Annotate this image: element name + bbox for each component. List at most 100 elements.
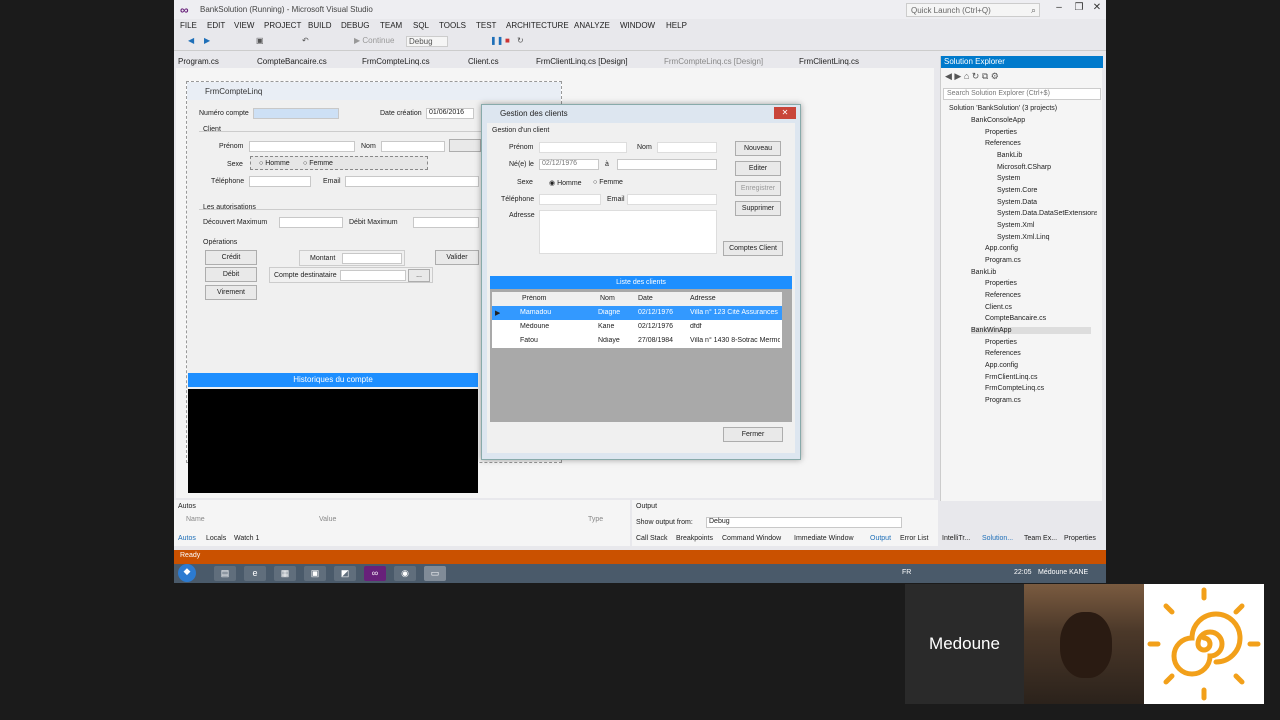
table-row[interactable]: Fatou Ndiaye 27/08/1984 Villa n° 1430 8-…: [492, 334, 782, 348]
menu-project[interactable]: PROJECT: [264, 21, 301, 30]
solution-toolbar-icons[interactable]: ◀ ▶ ⌂ ↻ ⧉ ⚙: [945, 71, 999, 82]
montant-field[interactable]: [342, 253, 402, 264]
menu-architecture[interactable]: ARCHITECTURE: [506, 21, 569, 30]
tree-item[interactable]: Properties: [985, 339, 1017, 346]
explorer-icon[interactable]: ▤: [214, 566, 236, 581]
tree-item[interactable]: System.Xml: [997, 222, 1034, 229]
browse-button[interactable]: ...: [408, 269, 430, 282]
office-icon[interactable]: ◩: [334, 566, 356, 581]
nouveau-button[interactable]: Nouveau: [735, 141, 781, 156]
cell-adresse[interactable]: Villa n° 1430 8-Sotrac Mermoz: [690, 337, 780, 344]
cell-nom[interactable]: Diagne: [598, 309, 636, 316]
tree-item[interactable]: Program.cs: [985, 257, 1021, 264]
menu-help[interactable]: HELP: [666, 21, 687, 30]
folder-icon[interactable]: ▦: [274, 566, 296, 581]
cell-adresse[interactable]: Villa n° 123 Cité Assurances Ou: [690, 309, 780, 316]
menu-analyze[interactable]: ANALYZE: [574, 21, 610, 30]
tab-watch[interactable]: Watch 1: [234, 535, 259, 542]
femme-radio[interactable]: ○ Femme: [593, 179, 623, 186]
prenom-field[interactable]: [539, 142, 627, 153]
editer-button[interactable]: Editer: [735, 161, 781, 176]
tree-item[interactable]: Program.cs: [985, 397, 1021, 404]
tab-properties[interactable]: Properties: [1064, 535, 1096, 542]
tab-frmcomptelinq[interactable]: FrmCompteLinq.cs: [362, 57, 430, 66]
tab-command-window[interactable]: Command Window: [722, 535, 781, 542]
tree-item[interactable]: System.Xml.Linq: [997, 234, 1050, 241]
tab-autos[interactable]: Autos: [178, 535, 196, 542]
telephone-field[interactable]: [539, 194, 601, 205]
supprimer-button[interactable]: Supprimer: [735, 201, 781, 216]
femme-radio[interactable]: ○ Femme: [303, 160, 333, 167]
menu-file[interactable]: FILE: [180, 21, 197, 30]
table-row[interactable]: Médoune Kane 02/12/1976 dfdf: [492, 320, 782, 334]
nom-field[interactable]: [657, 142, 717, 153]
language-indicator[interactable]: FR: [902, 569, 911, 576]
date-creation-field[interactable]: 01/06/2016: [426, 108, 474, 119]
numero-compte-field[interactable]: [253, 108, 339, 119]
close-icon[interactable]: ✕: [774, 107, 796, 119]
table-row[interactable]: ▶ Mamadou Diagne 02/12/1976 Villa n° 123…: [492, 306, 782, 320]
homme-radio[interactable]: ◉ Homme: [549, 179, 582, 187]
back-icon[interactable]: ◀: [188, 36, 194, 45]
prenom-field[interactable]: [249, 141, 355, 152]
tab-frmclientlinq[interactable]: FrmClientLinq.cs: [799, 57, 859, 66]
quick-launch-input[interactable]: Quick Launch (Ctrl+Q) ⌕: [906, 3, 1040, 17]
tab-solution[interactable]: Solution...: [982, 535, 1013, 542]
stop-icon[interactable]: ■: [505, 36, 510, 45]
continue-button[interactable]: ▶ Continue: [354, 36, 394, 45]
tab-comptebancaire[interactable]: CompteBancaire.cs: [257, 57, 327, 66]
tree-item[interactable]: System.Data.DataSetExtensions: [997, 210, 1097, 217]
config-select[interactable]: Debug: [406, 36, 448, 47]
email-field[interactable]: [345, 176, 479, 187]
cell-date[interactable]: 27/08/1984: [638, 337, 673, 344]
cell-adresse[interactable]: dfdf: [690, 323, 780, 330]
compte-dest-field[interactable]: [340, 270, 406, 281]
menu-edit[interactable]: EDIT: [207, 21, 225, 30]
adresse-field[interactable]: [539, 210, 717, 254]
pause-icon[interactable]: ❚❚: [490, 36, 503, 45]
tree-item[interactable]: Microsoft.CSharp: [997, 164, 1051, 171]
ie-icon[interactable]: e: [244, 566, 266, 581]
forward-icon[interactable]: ▶: [204, 36, 210, 45]
menu-tools[interactable]: TOOLS: [439, 21, 466, 30]
cell-date[interactable]: 02/12/1976: [638, 309, 673, 316]
cell-prenom[interactable]: Mamadou: [520, 309, 551, 316]
tab-program[interactable]: Program.cs: [178, 57, 219, 66]
menu-debug[interactable]: DEBUG: [341, 21, 369, 30]
running-app-icon[interactable]: ▭: [424, 566, 446, 581]
tab-error-list[interactable]: Error List: [900, 535, 928, 542]
tab-frmcomptelinq-design[interactable]: FrmCompteLinq.cs [Design]: [664, 57, 763, 66]
tree-item[interactable]: References: [985, 350, 1021, 357]
menu-window[interactable]: WINDOW: [620, 21, 655, 30]
cell-nom[interactable]: Kane: [598, 323, 636, 330]
col-prenom[interactable]: Prénom: [522, 295, 547, 302]
tree-item[interactable]: FrmCompteLinq.cs: [985, 385, 1044, 392]
date-naissance-field[interactable]: 02/12/1976: [539, 159, 599, 170]
tree-item[interactable]: References: [985, 140, 1021, 147]
tree-item[interactable]: References: [985, 292, 1021, 299]
nom-field[interactable]: [381, 141, 445, 152]
col-date[interactable]: Date: [638, 295, 653, 302]
tree-item[interactable]: BankLib: [997, 152, 1022, 159]
lieu-naissance-field[interactable]: [617, 159, 717, 170]
close-button[interactable]: ✕: [1086, 2, 1106, 16]
debit-max-field[interactable]: [413, 217, 479, 228]
cell-prenom[interactable]: Médoune: [520, 323, 549, 330]
tree-item[interactable]: System.Data: [997, 199, 1037, 206]
minimize-button[interactable]: –: [1048, 2, 1070, 16]
tree-item[interactable]: App.config: [985, 362, 1018, 369]
col-nom[interactable]: Nom: [600, 295, 615, 302]
solution-search-input[interactable]: Search Solution Explorer (Ctrl+$): [943, 88, 1101, 100]
tree-item[interactable]: Properties: [985, 129, 1017, 136]
historiques-grid[interactable]: [188, 389, 478, 493]
tab-breakpoints[interactable]: Breakpoints: [676, 535, 713, 542]
save-icon[interactable]: ▣: [256, 36, 264, 45]
undo-icon[interactable]: ↶: [302, 36, 309, 45]
menu-team[interactable]: TEAM: [380, 21, 402, 30]
tab-immediate-window[interactable]: Immediate Window: [794, 535, 854, 542]
telephone-field[interactable]: [249, 176, 311, 187]
debit-button[interactable]: Débit: [205, 267, 257, 282]
restart-icon[interactable]: ↻: [517, 36, 524, 45]
valider-button[interactable]: Valider: [435, 250, 479, 265]
menu-build[interactable]: BUILD: [308, 21, 332, 30]
